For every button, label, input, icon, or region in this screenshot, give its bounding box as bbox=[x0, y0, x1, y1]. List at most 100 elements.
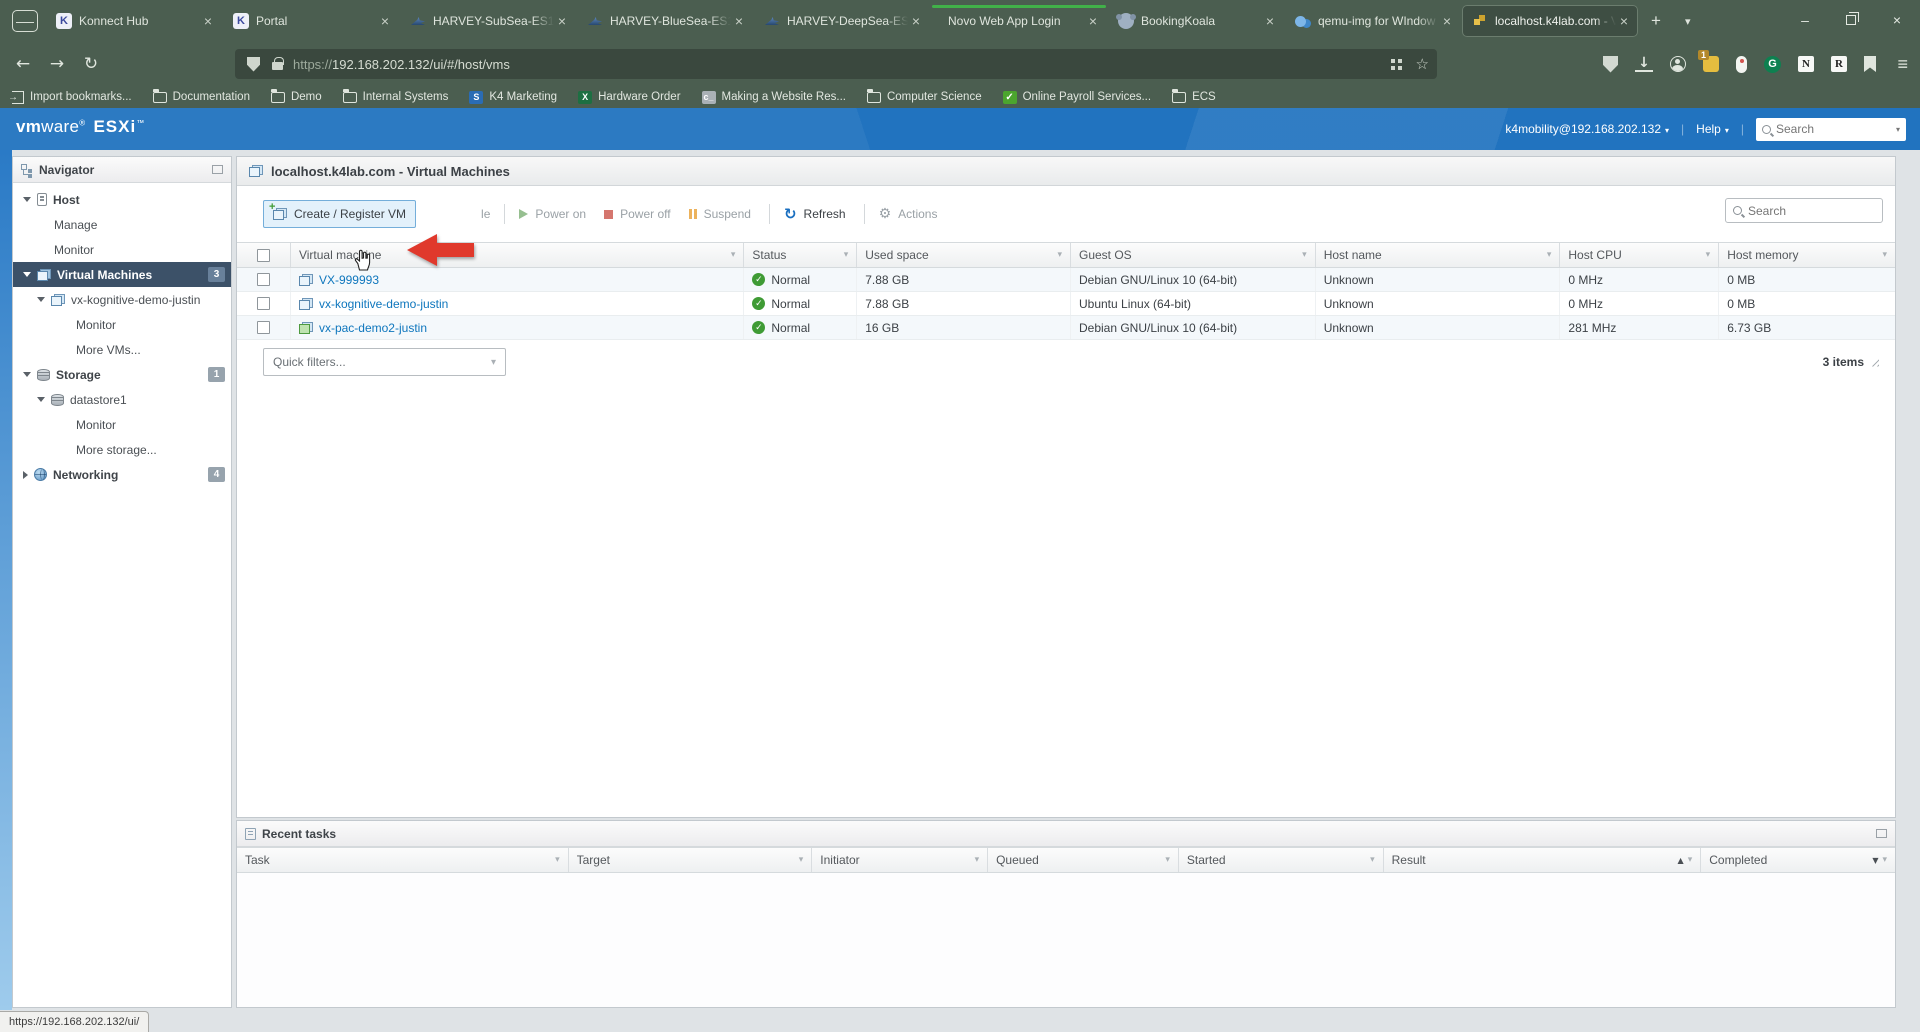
browser-tab[interactable]: qemu-img for WIndow× bbox=[1285, 5, 1461, 37]
task-column-completed[interactable]: Completed▼▾ bbox=[1701, 848, 1895, 872]
sidebar-item-monitor[interactable]: Monitor bbox=[13, 312, 231, 337]
row-checkbox[interactable] bbox=[257, 297, 270, 310]
browser-tab[interactable]: KPortal× bbox=[223, 5, 399, 37]
power-on-button[interactable]: Power on bbox=[519, 207, 586, 221]
account-menu[interactable]: k4mobility@192.168.202.132▾ bbox=[1505, 122, 1669, 136]
sidebar-item-manage[interactable]: Manage bbox=[13, 212, 231, 237]
task-column-task[interactable]: Task▾ bbox=[237, 848, 569, 872]
task-column-started[interactable]: Started▾ bbox=[1179, 848, 1384, 872]
sidebar-item-storage[interactable]: Storage1 bbox=[13, 362, 231, 387]
bookmark-star-icon[interactable]: ☆ bbox=[1416, 55, 1429, 73]
url-bar[interactable]: https://192.168.202.132/ui/#/host/vms ☆ bbox=[235, 49, 1437, 79]
column-dropdown-icon[interactable]: ▾ bbox=[844, 250, 849, 260]
column-dropdown-icon[interactable]: ▾ bbox=[731, 250, 736, 260]
browser-tab[interactable]: BookingKoala× bbox=[1108, 5, 1284, 37]
task-column-initiator[interactable]: Initiator▾ bbox=[812, 848, 988, 872]
caret-down-icon[interactable] bbox=[37, 297, 45, 302]
console-button-remnant[interactable]: le bbox=[481, 207, 490, 221]
bookmark-item[interactable]: Import bookmarks... bbox=[12, 91, 132, 104]
column-dropdown-icon[interactable]: ▾ bbox=[1057, 250, 1062, 260]
column-dropdown-icon[interactable]: ▾ bbox=[1706, 250, 1711, 260]
create-register-vm-button[interactable]: + Create / Register VM bbox=[263, 200, 416, 228]
bookmark-item[interactable]: SK4 Marketing bbox=[469, 91, 557, 104]
grammarly-icon[interactable]: G bbox=[1764, 56, 1781, 73]
tab-close-icon[interactable]: × bbox=[731, 13, 747, 29]
vm-search-box[interactable] bbox=[1725, 198, 1883, 223]
column-dropdown-icon[interactable]: ▾ bbox=[1370, 855, 1375, 865]
column-dropdown-icon[interactable]: ▾ bbox=[1547, 250, 1552, 260]
extension-r-icon[interactable]: R bbox=[1831, 56, 1847, 72]
column-header-guest-os[interactable]: Guest OS▾ bbox=[1071, 243, 1316, 267]
power-off-button[interactable]: Power off bbox=[604, 207, 670, 221]
tab-close-icon[interactable]: × bbox=[1439, 13, 1455, 29]
column-dropdown-icon[interactable]: ▾ bbox=[1688, 855, 1693, 865]
column-header-status[interactable]: Status▾ bbox=[744, 243, 857, 267]
reload-button[interactable]: ↻ bbox=[74, 54, 108, 74]
column-header-host-name[interactable]: Host name▾ bbox=[1316, 243, 1561, 267]
task-column-target[interactable]: Target▾ bbox=[569, 848, 813, 872]
caret-down-icon[interactable] bbox=[23, 372, 31, 377]
extension-pill-icon[interactable] bbox=[1736, 56, 1747, 73]
browser-tab[interactable]: HARVEY-BlueSea-ES12× bbox=[577, 5, 753, 37]
column-dropdown-icon[interactable]: ▾ bbox=[975, 855, 980, 865]
page-actions-grid-icon[interactable] bbox=[1391, 59, 1402, 70]
browser-tab[interactable]: HARVEY-SubSea-ES147× bbox=[400, 5, 576, 37]
header-search-input[interactable] bbox=[1776, 122, 1891, 136]
tracking-shield-icon[interactable] bbox=[247, 57, 260, 72]
column-dropdown-icon[interactable]: ▾ bbox=[1882, 855, 1887, 865]
refresh-button[interactable]: ↻Refresh bbox=[784, 207, 846, 221]
column-dropdown-icon[interactable]: ▾ bbox=[799, 855, 804, 865]
lock-icon[interactable] bbox=[272, 62, 283, 70]
column-dropdown-icon[interactable]: ▾ bbox=[555, 855, 560, 865]
select-all-checkbox[interactable] bbox=[257, 249, 270, 262]
quick-filters-dropdown[interactable]: Quick filters... ▾ bbox=[263, 348, 506, 376]
forward-button[interactable]: → bbox=[40, 54, 74, 74]
tab-close-icon[interactable]: × bbox=[554, 13, 570, 29]
bookmark-item[interactable]: c_Making a Website Res... bbox=[702, 91, 846, 104]
minimize-button[interactable]: – bbox=[1782, 0, 1828, 40]
search-caret-icon[interactable]: ▾ bbox=[1896, 125, 1900, 134]
vm-search-input[interactable] bbox=[1748, 204, 1858, 218]
tab-close-icon[interactable]: × bbox=[377, 13, 393, 29]
row-checkbox[interactable] bbox=[257, 321, 270, 334]
sidebar-item-host[interactable]: Host bbox=[13, 187, 231, 212]
help-menu[interactable]: Help▾ bbox=[1696, 122, 1729, 136]
sidebar-item-datastore1[interactable]: datastore1 bbox=[13, 387, 231, 412]
tab-close-icon[interactable]: × bbox=[200, 13, 216, 29]
task-column-result[interactable]: Result▲▾ bbox=[1384, 848, 1702, 872]
resize-grip-icon[interactable] bbox=[1870, 358, 1879, 367]
browser-tab[interactable]: HARVEY-DeepSea-ES12× bbox=[754, 5, 930, 37]
account-icon[interactable] bbox=[1670, 56, 1686, 72]
bookmark-item[interactable]: Internal Systems bbox=[343, 91, 449, 103]
sidebar-item-monitor[interactable]: Monitor bbox=[13, 412, 231, 437]
bookmark-item[interactable]: Computer Science bbox=[867, 91, 982, 103]
column-header-used-space[interactable]: Used space▾ bbox=[857, 243, 1071, 267]
new-tab-button[interactable]: + bbox=[1639, 11, 1673, 31]
tab-close-icon[interactable]: × bbox=[1085, 13, 1101, 29]
extension-yellow-icon[interactable]: 1 bbox=[1703, 56, 1719, 72]
column-header-host-memory[interactable]: Host memory▾ bbox=[1719, 243, 1895, 267]
header-search-box[interactable]: ▾ bbox=[1756, 118, 1906, 141]
browser-tab[interactable]: localhost.k4lab.com - V× bbox=[1462, 5, 1638, 37]
task-column-queued[interactable]: Queued▾ bbox=[988, 848, 1179, 872]
bookmark-item[interactable]: XHardware Order bbox=[578, 91, 680, 104]
sidebar-item-virtual-machines[interactable]: Virtual Machines3 bbox=[13, 262, 231, 287]
bookmark-item[interactable]: ECS bbox=[1172, 91, 1216, 103]
bookmark-ribbon-icon[interactable] bbox=[1864, 56, 1876, 72]
column-header-host-cpu[interactable]: Host CPU▾ bbox=[1560, 243, 1719, 267]
tab-close-icon[interactable]: × bbox=[1262, 13, 1278, 29]
caret-down-icon[interactable] bbox=[23, 272, 31, 277]
column-dropdown-icon[interactable]: ▾ bbox=[1165, 855, 1170, 865]
column-dropdown-icon[interactable]: ▾ bbox=[1882, 250, 1887, 260]
navigator-pin-icon[interactable] bbox=[212, 165, 223, 174]
actions-button[interactable]: ⚙Actions bbox=[879, 206, 938, 222]
vm-name-link[interactable]: vx-pac-demo2-justin bbox=[319, 321, 427, 335]
row-checkbox[interactable] bbox=[257, 273, 270, 286]
column-dropdown-icon[interactable]: ▾ bbox=[1302, 250, 1307, 260]
close-button[interactable]: × bbox=[1874, 0, 1920, 40]
tab-close-icon[interactable]: × bbox=[908, 13, 924, 29]
browser-tab[interactable]: Novo Web App Login× bbox=[931, 5, 1107, 37]
firefox-view-icon[interactable] bbox=[12, 10, 38, 32]
tasks-expand-icon[interactable] bbox=[1876, 829, 1887, 838]
sidebar-item-more-vms-[interactable]: More VMs... bbox=[13, 337, 231, 362]
